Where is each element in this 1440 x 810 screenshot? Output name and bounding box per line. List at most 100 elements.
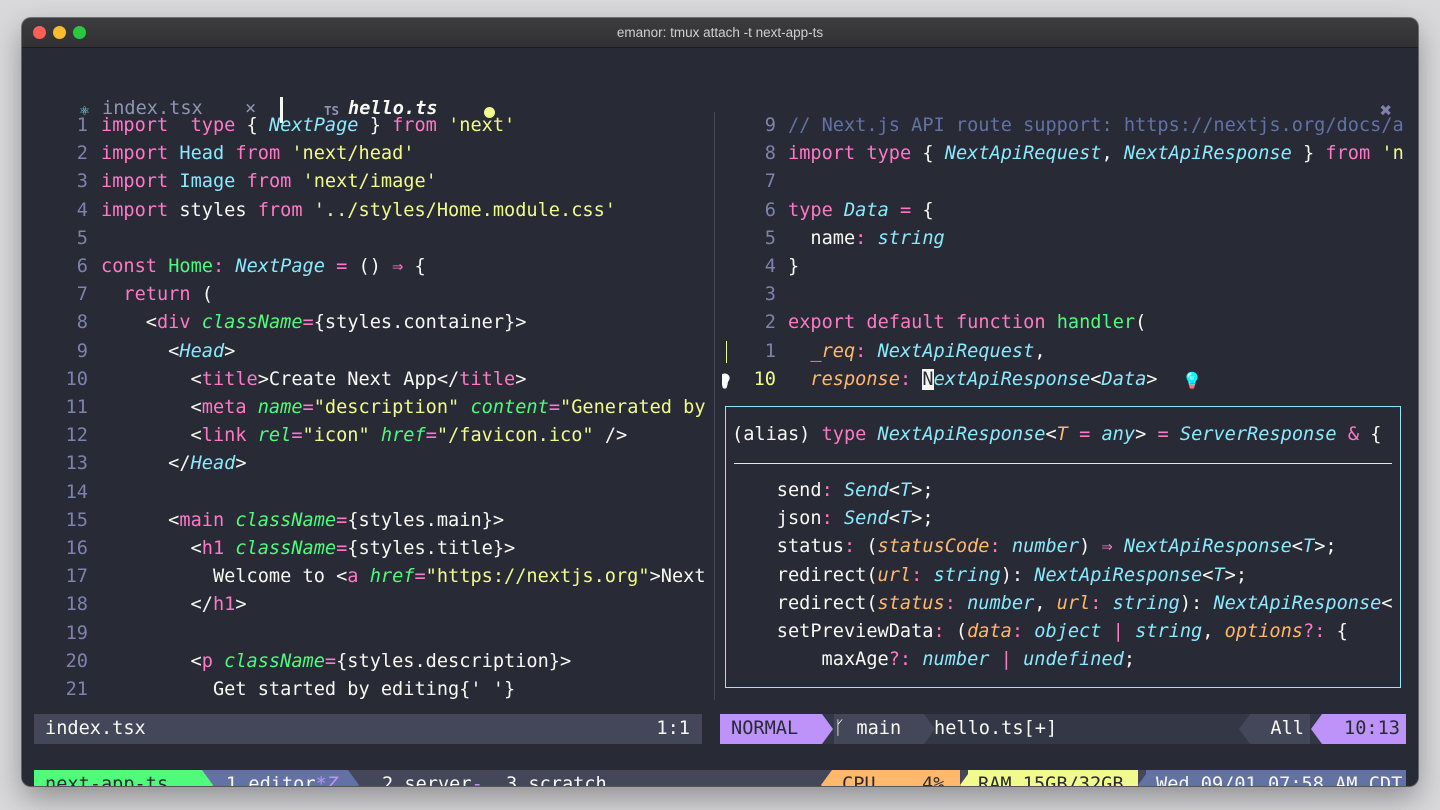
code-token: className — [201, 312, 303, 334]
code-token: ): — [1000, 564, 1035, 586]
code-token: ⇒ — [392, 256, 404, 277]
right-editor-pane[interactable]: 9 // Next.js API route support: https://n… — [722, 112, 1405, 412]
code-token: Home — [168, 256, 213, 277]
left-editor-pane[interactable]: 1 import type { NextPage } from 'next' 2 im… — [58, 112, 710, 734]
line-number: 17 — [65, 566, 88, 588]
tmux-session-name[interactable]: next-app-ts — [34, 770, 202, 786]
code-token: { — [911, 143, 945, 165]
code-token: & — [1347, 424, 1360, 445]
code-token: : — [855, 340, 867, 362]
line-code: Welcome to <a href="https://nextjs.org">… — [101, 563, 706, 591]
code-token: > — [1135, 424, 1158, 445]
code-token: < — [101, 368, 202, 390]
code-token: N — [922, 368, 934, 390]
line-number: 4 — [76, 199, 88, 221]
line-code: <div className={styles.container}> — [101, 309, 527, 337]
code-token: styles — [168, 199, 258, 221]
tmux-status-bar: next-app-ts 1 editor*Z 2 server- 3 scrat… — [34, 770, 1406, 786]
code-token: NextPage — [268, 115, 359, 136]
code-token: data — [967, 621, 1012, 642]
line-number: 6 — [76, 256, 88, 277]
code-token: extApiResponse — [933, 368, 1091, 390]
tmux-window-2[interactable]: 2 server- — [382, 770, 483, 786]
code-token: "Generated by — [560, 397, 706, 418]
code-token: number — [967, 592, 1035, 614]
code-token: link — [201, 425, 247, 447]
lightbulb-icon[interactable]: 💡 — [722, 368, 733, 396]
code-token: < — [101, 538, 202, 559]
line-code: name: string — [788, 225, 944, 253]
statusline-filename: hello.ts[+] — [934, 718, 1058, 739]
code-token: options — [1224, 621, 1303, 642]
code-token: "/favicon.ico" — [436, 425, 594, 447]
code-token: setPreviewData — [732, 621, 934, 642]
line-number: 20 — [65, 650, 88, 672]
code-token: 'n — [1381, 143, 1404, 165]
code-token: < — [1090, 368, 1102, 390]
code-token: className — [235, 509, 337, 531]
code-token: </ — [101, 594, 213, 616]
line-number: 3 — [764, 284, 776, 306]
code-token: // Next.js API route support: https://ne… — [788, 115, 1404, 136]
tmux-window-label: 3 scratch — [506, 774, 607, 786]
left-statusline: index.tsx 1:1 — [34, 714, 702, 744]
code-token: < — [101, 397, 202, 418]
git-change-marker — [726, 340, 727, 363]
code-token: default — [866, 312, 945, 334]
code-token: title — [201, 368, 258, 390]
line-code: Get started by editing{' '} — [101, 676, 515, 704]
code-token: Send — [843, 508, 889, 530]
terminal-area[interactable]: ⚛ index.tsx × TS hello.ts ✖ 1 import type… — [22, 49, 1418, 786]
code-token: {styles.main}> — [347, 509, 505, 531]
code-token: < — [1202, 564, 1214, 586]
window-separator — [348, 770, 359, 786]
code-token: {styles.description}> — [336, 650, 572, 672]
scroll-separator — [1239, 714, 1250, 744]
code-action-icon[interactable]: 💡 — [1182, 367, 1202, 395]
terminal-window: emanor: tmux attach -t next-app-ts ⚛ ind… — [22, 18, 1418, 786]
code-token: response — [810, 368, 900, 390]
code-token: } — [788, 256, 800, 277]
line-code: <meta name="description" content="Genera… — [101, 394, 706, 422]
code-token: () — [347, 256, 393, 277]
code-token: from — [392, 115, 437, 136]
code-token: > — [235, 594, 247, 616]
cpu-usage: CPU 4% — [832, 770, 960, 786]
cpu-label: CPU — [842, 774, 876, 786]
code-token: = — [414, 566, 426, 588]
code-token: div — [156, 312, 191, 334]
ram-value: 15GB/32GB — [1022, 774, 1124, 786]
line-number: 1 — [76, 115, 88, 136]
code-token: >Create Next App</ — [257, 368, 460, 390]
code-token: statusCode — [877, 536, 990, 558]
tmux-window-1[interactable]: 1 editor*Z — [214, 770, 348, 786]
code-token: meta — [201, 397, 247, 418]
code-token: handler — [1056, 312, 1136, 334]
code-token: < — [101, 425, 202, 447]
code-token: = — [302, 312, 314, 334]
code-token: content — [470, 397, 549, 418]
tmux-window-3[interactable]: 3 scratch — [506, 770, 607, 786]
code-token: = — [548, 397, 561, 418]
code-token: : — [933, 621, 945, 642]
